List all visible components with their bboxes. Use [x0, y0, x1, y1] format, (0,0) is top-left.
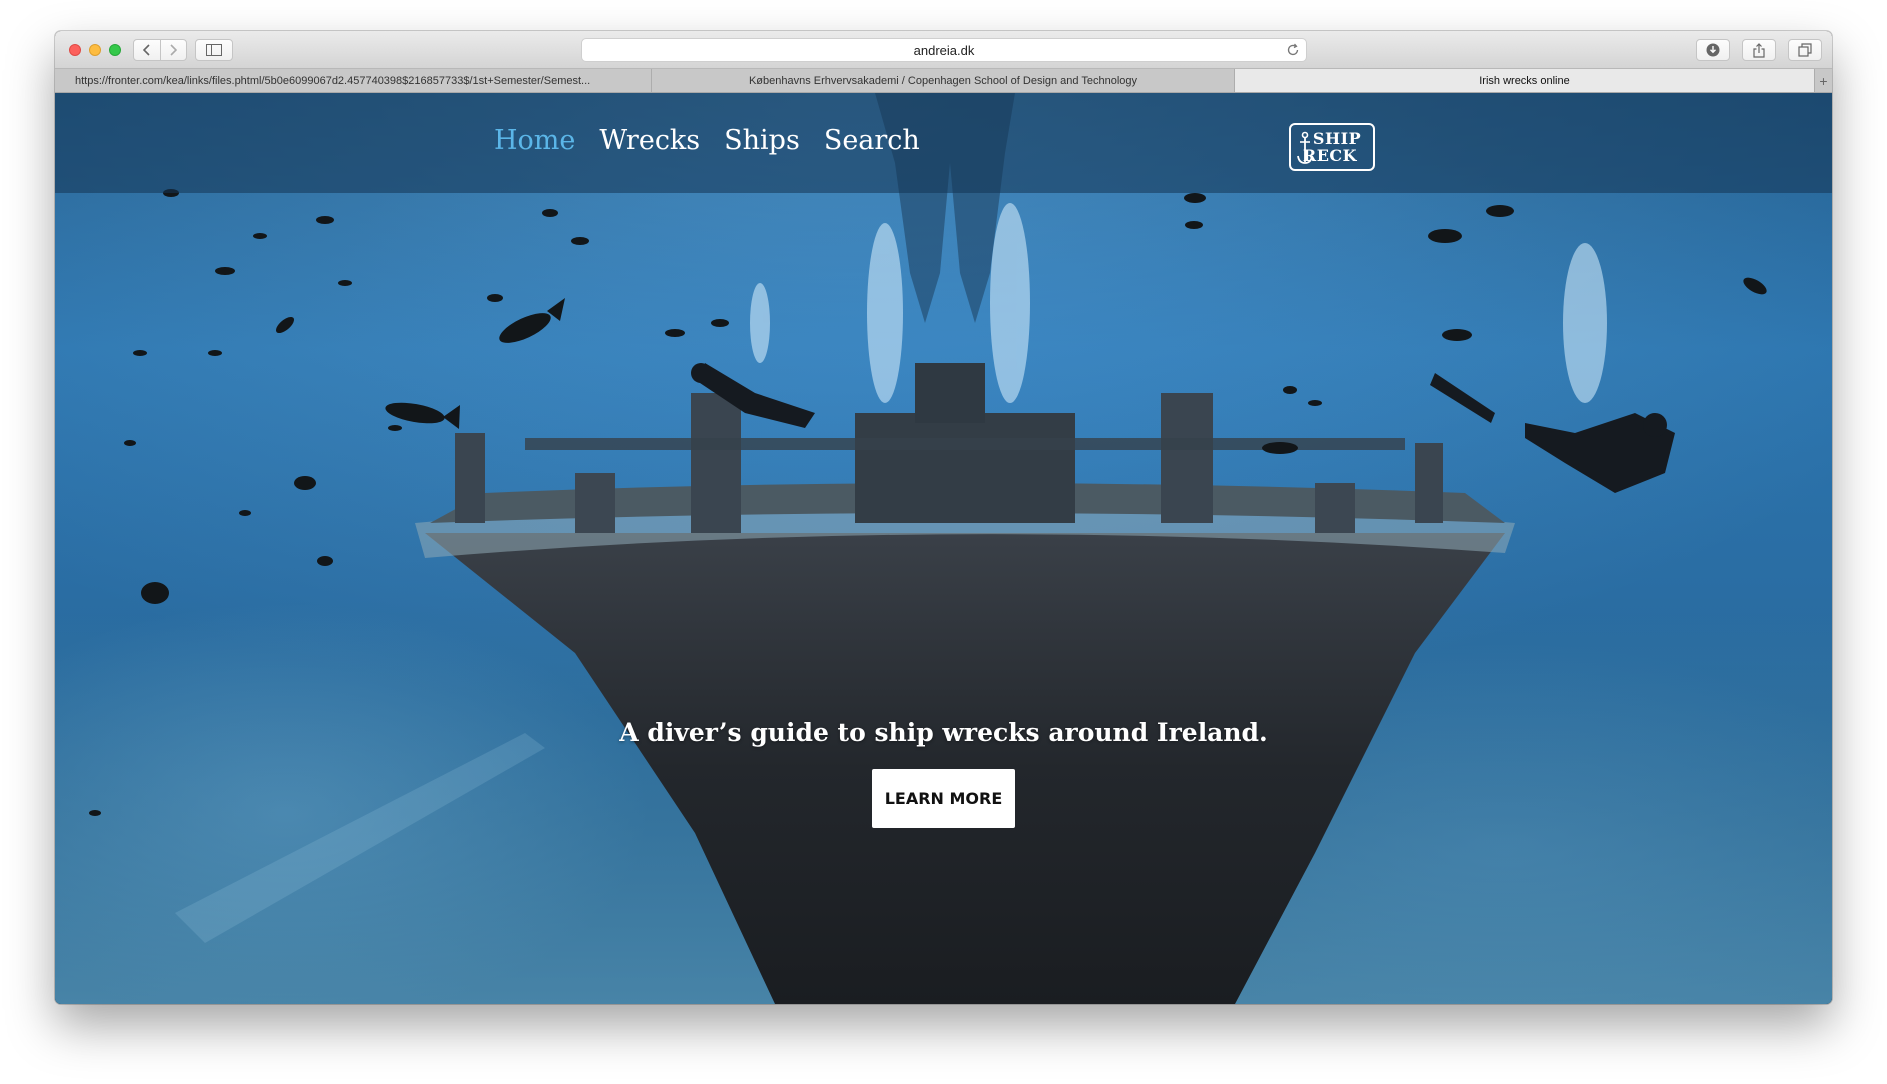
back-icon [142, 44, 150, 56]
tab-strip: https://fronter.com/kea/links/files.phtm… [55, 69, 1832, 93]
address-bar[interactable]: andreia.dk [581, 38, 1307, 62]
web-page: Home Wrecks Ships Search SHIP RECK A div… [55, 93, 1832, 1004]
tab-label: Københavns Erhvervsakademi / Copenhagen … [748, 74, 1138, 87]
new-tab-button[interactable]: + [1815, 69, 1832, 92]
sidebar-toggle-button[interactable] [195, 39, 233, 61]
nav-link-search[interactable]: Search [824, 125, 920, 156]
shipwreck-logo[interactable]: SHIP RECK [1289, 123, 1375, 171]
reload-icon[interactable] [1286, 43, 1300, 57]
forward-button[interactable] [161, 40, 187, 60]
back-button[interactable] [134, 40, 160, 60]
browser-tab-kea[interactable]: Københavns Erhvervsakademi / Copenhagen … [652, 69, 1235, 92]
sidebar-icon [206, 44, 222, 56]
tab-label: Irish wrecks online [1479, 74, 1570, 87]
main-nav: Home Wrecks Ships Search [494, 125, 920, 156]
hero-section: A diver’s guide to ship wrecks around Ir… [55, 718, 1832, 828]
history-nav-group [133, 39, 187, 61]
zoom-window-button[interactable] [109, 44, 121, 56]
downloads-button[interactable] [1696, 39, 1730, 61]
hero-background-image [55, 93, 1832, 1004]
show-tabs-button[interactable] [1788, 39, 1822, 61]
learn-more-button[interactable]: LEARN MORE [872, 769, 1015, 828]
minimize-window-button[interactable] [89, 44, 101, 56]
forward-icon [170, 44, 178, 56]
nav-link-home[interactable]: Home [494, 125, 575, 156]
share-button[interactable] [1742, 39, 1776, 61]
close-window-button[interactable] [69, 44, 81, 56]
browser-toolbar: andreia.dk [55, 31, 1832, 69]
site-header: Home Wrecks Ships Search SHIP RECK [55, 93, 1832, 193]
tab-label: https://fronter.com/kea/links/files.phtm… [75, 74, 591, 87]
nav-link-ships[interactable]: Ships [724, 125, 800, 156]
logo-line-1: SHIP [1312, 129, 1362, 148]
tabs-icon [1798, 43, 1812, 57]
share-icon [1753, 42, 1765, 58]
browser-tab-irish-wrecks[interactable]: Irish wrecks online [1235, 69, 1815, 92]
browser-window: andreia.dk https://fronter.com/kea/links… [55, 31, 1832, 1004]
browser-tab-fronter[interactable]: https://fronter.com/kea/links/files.phtm… [55, 69, 652, 92]
nav-link-wrecks[interactable]: Wrecks [599, 125, 700, 156]
download-icon [1706, 43, 1720, 57]
address-text: andreia.dk [913, 42, 975, 58]
hero-tagline: A diver’s guide to ship wrecks around Ir… [619, 718, 1268, 747]
anchor-icon [1297, 131, 1313, 164]
